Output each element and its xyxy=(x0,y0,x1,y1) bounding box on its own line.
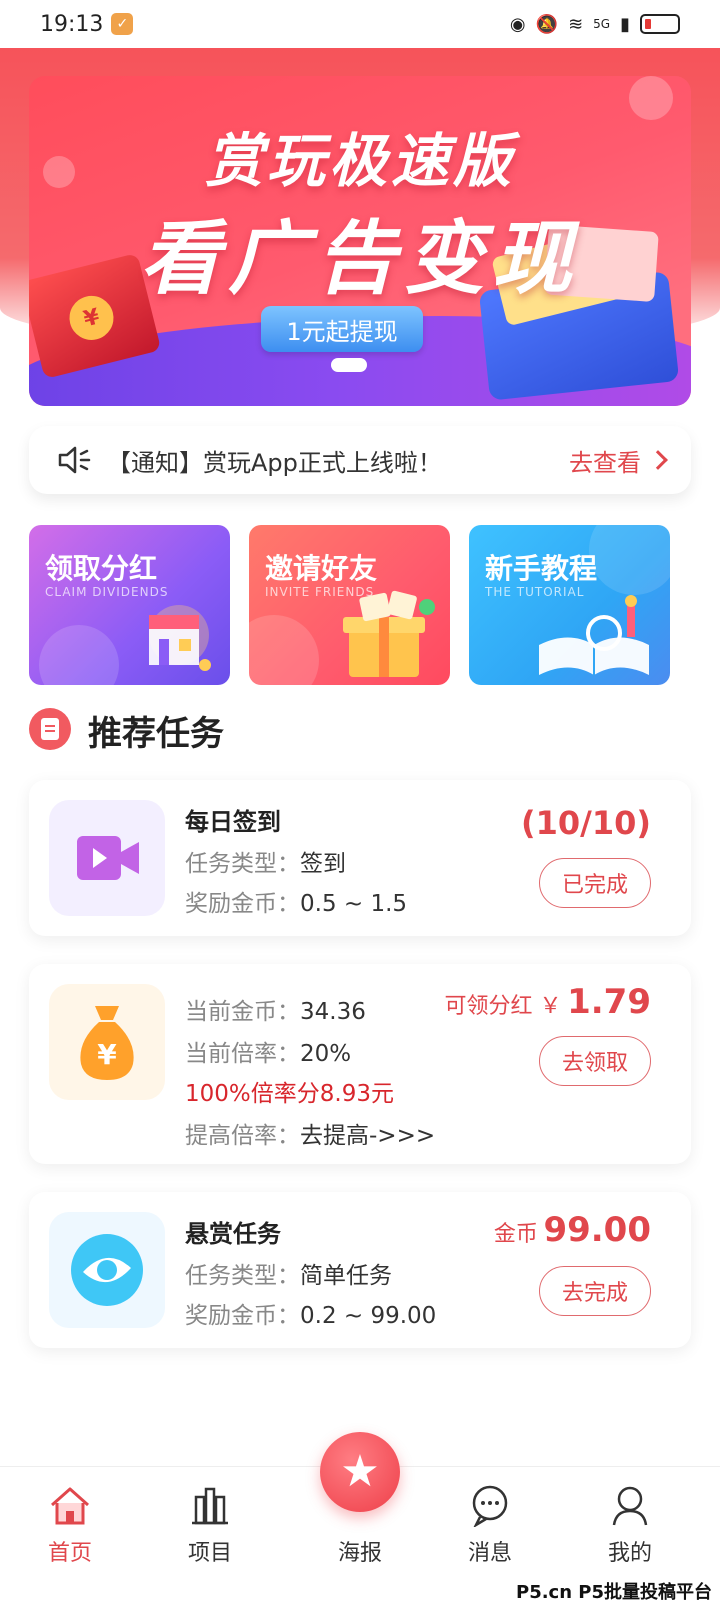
feature-subtitle: CLAIM DIVIDENDS xyxy=(45,585,169,599)
banner-withdraw-pill: 1元起提现 xyxy=(261,306,423,352)
eye-badge-icon xyxy=(71,1234,143,1306)
speaker-icon xyxy=(58,446,91,474)
watermark: P5.cn P5批量投稿平台 xyxy=(512,1578,717,1604)
task-type-value: 简单任务 xyxy=(300,1263,392,1289)
coin-value: 34.36 xyxy=(300,999,366,1025)
boost-link[interactable]: 去提高->>> xyxy=(300,1123,435,1149)
task-name: 悬赏任务 xyxy=(185,1220,281,1248)
money-glyph: ¥ xyxy=(97,1038,117,1071)
blob-decoration xyxy=(249,615,319,685)
nav-projects[interactable]: 项目 xyxy=(150,1483,270,1567)
clipboard-icon xyxy=(29,708,71,750)
feature-tutorial[interactable]: 新手教程 THE TUTORIAL xyxy=(469,525,670,685)
section-title: 推荐任务 xyxy=(88,714,224,754)
user-icon xyxy=(612,1486,648,1526)
feature-claim-dividends[interactable]: 领取分红 CLAIM DIVIDENDS xyxy=(29,525,230,685)
home-icon xyxy=(51,1487,89,1525)
complete-button[interactable]: 去完成 xyxy=(539,1266,651,1316)
star-icon: ★ xyxy=(340,1446,380,1497)
rate-label: 当前倍率： xyxy=(185,1041,300,1067)
bounty-coin-value: 99.00 xyxy=(543,1210,651,1250)
claim-value: 1.79 xyxy=(567,982,651,1022)
task-reward-value: 0.2 ~ 99.00 xyxy=(300,1303,437,1329)
status-right: ◉ 🔕 ≋ 5G ▮ xyxy=(510,14,680,35)
bounty-coin-label: 金币 xyxy=(493,1222,538,1247)
poster-fab-button[interactable]: ★ xyxy=(320,1432,400,1512)
feature-title: 领取分红 xyxy=(45,552,158,585)
task-card-dividend: ¥ 当前金币：34.36 当前倍率：20% 100%倍率分8.93元 提高倍率：… xyxy=(29,964,691,1164)
task-type-value: 签到 xyxy=(300,851,346,877)
task-type-line: 任务类型：签到 xyxy=(185,844,346,878)
feature-invite-friends[interactable]: 邀请好友 INVITE FRIENDS xyxy=(249,525,450,685)
task-card-bounty: 悬赏任务 任务类型：简单任务 奖励金币：0.2 ~ 99.00 金币 99.00… xyxy=(29,1192,691,1348)
full-rate-text: 100%倍率分8.93元 xyxy=(185,1081,394,1107)
promo-banner[interactable]: ¥ 赏玩极速版 看广告变现 1元起提现 xyxy=(29,76,691,406)
task-icon-box xyxy=(49,1212,165,1328)
task-type-label: 任务类型： xyxy=(185,851,300,877)
shop-cart-icon xyxy=(149,615,211,671)
notice-view-link[interactable]: 去查看 xyxy=(569,443,641,478)
coin-label: 当前金币： xyxy=(185,999,300,1025)
blob-decoration xyxy=(39,625,119,685)
task-progress: (10/10) xyxy=(521,804,651,842)
nav-messages[interactable]: 消息 xyxy=(430,1483,550,1567)
buildings-icon xyxy=(192,1487,228,1525)
task-reward-line: 奖励金币：0.2 ~ 99.00 xyxy=(185,1296,436,1330)
task-reward-label: 奖励金币： xyxy=(185,1303,300,1329)
gift-box-icon xyxy=(343,590,435,677)
task-card-daily-checkin: 每日签到 任务类型：签到 奖励金币：0.5 ~ 1.5 (10/10) 已完成 xyxy=(29,780,691,936)
task-type-line: 任务类型：简单任务 xyxy=(185,1256,392,1290)
video-icon xyxy=(77,836,139,880)
blob-decoration xyxy=(589,525,670,595)
completed-button[interactable]: 已完成 xyxy=(539,858,651,908)
task-reward-label: 奖励金币： xyxy=(185,891,300,917)
bounty-coins: 金币 99.00 xyxy=(494,1210,651,1250)
feature-title: 新手教程 xyxy=(485,552,598,585)
nav-messages-label: 消息 xyxy=(467,1541,512,1566)
nav-poster-label: 海报 xyxy=(337,1541,382,1566)
nav-home[interactable]: 首页 xyxy=(10,1483,130,1567)
nav-projects-label: 项目 xyxy=(187,1541,232,1566)
mute-icon: 🔕 xyxy=(535,13,559,35)
task-reward-line: 奖励金币：0.5 ~ 1.5 xyxy=(185,884,407,918)
status-bar: 19:13 ✓ ◉ 🔕 ≋ 5G ▮ xyxy=(0,0,720,48)
boost-label: 提高倍率： xyxy=(185,1123,300,1149)
task-reward-value: 0.5 ~ 1.5 xyxy=(300,891,408,917)
battery-icon xyxy=(640,14,680,34)
banner-title: 赏玩极速版 xyxy=(204,127,515,195)
status-time: 19:13 xyxy=(40,11,104,37)
banner-page-indicator xyxy=(331,358,367,372)
chat-icon xyxy=(472,1485,508,1527)
task-type-label: 任务类型： xyxy=(185,1263,300,1289)
nav-mine[interactable]: 我的 xyxy=(570,1483,690,1567)
network-label: 5G xyxy=(593,17,611,31)
nav-home-label: 首页 xyxy=(47,1541,92,1566)
claim-label: 可领分红 ￥ xyxy=(444,994,562,1019)
banner-headline: 看广告变现 xyxy=(140,212,580,305)
feature-title: 邀请好友 xyxy=(265,552,378,585)
task-icon-box xyxy=(49,800,165,916)
task-icon-box: ¥ xyxy=(49,984,165,1100)
notice-text: 【通知】赏玩App正式上线啦！ xyxy=(107,448,442,477)
boost-line[interactable]: 提高倍率：去提高->>> xyxy=(185,1116,435,1150)
app-badge-icon: ✓ xyxy=(111,13,134,35)
book-icon xyxy=(539,595,649,675)
task-name: 每日签到 xyxy=(185,808,281,836)
signal-icon: ▮ xyxy=(620,13,630,35)
money-bag-icon: ¥ xyxy=(80,1006,134,1080)
wifi-icon: ≋ xyxy=(568,13,584,35)
claim-amount: 可领分红 ￥ 1.79 xyxy=(445,982,651,1022)
coin-line: 当前金币：34.36 xyxy=(185,992,366,1026)
claim-button[interactable]: 去领取 xyxy=(539,1036,651,1086)
rate-line: 当前倍率：20% xyxy=(185,1034,351,1068)
rate-value: 20% xyxy=(300,1041,352,1067)
status-left: 19:13 ✓ xyxy=(40,11,134,37)
nav-mine-label: 我的 xyxy=(607,1541,652,1566)
notice-bar[interactable]: 【通知】赏玩App正式上线啦！ 去查看 xyxy=(29,426,691,494)
eye-icon: ◉ xyxy=(509,13,526,35)
chevron-right-icon xyxy=(648,450,668,470)
